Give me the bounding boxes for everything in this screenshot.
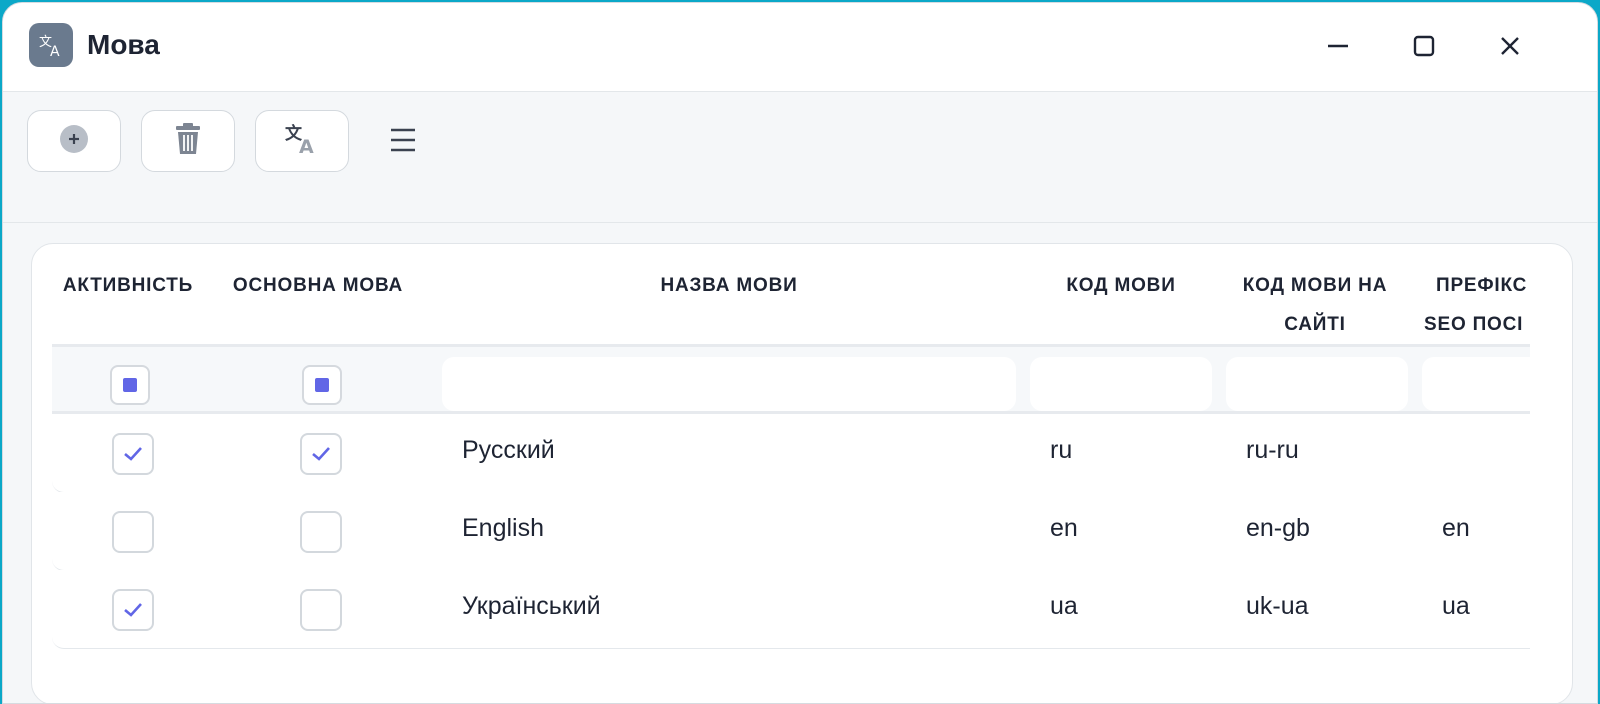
active-checkbox[interactable]	[112, 589, 154, 631]
language-name: Русский	[462, 436, 555, 464]
translate-button[interactable]: 文 A	[255, 110, 349, 172]
indeterminate-icon	[315, 378, 329, 392]
hamburger-menu-icon[interactable]	[387, 124, 419, 156]
svg-text:A: A	[50, 44, 60, 59]
language-code: ua	[1050, 592, 1078, 620]
filter-active-checkbox[interactable]	[110, 365, 150, 405]
column-header-seo-prefix[interactable]: ПРЕФІКС SEO ПОСІ	[1424, 266, 1530, 344]
svg-text:A: A	[299, 136, 314, 155]
toolbar: 文 A	[3, 92, 1597, 223]
seo-prefix: ua	[1442, 592, 1470, 620]
table-row[interactable]: English en en-gb en	[52, 492, 1530, 571]
main-language-checkbox[interactable]	[300, 589, 342, 631]
plus-circle-icon	[59, 124, 89, 159]
site-language-code: uk-ua	[1246, 592, 1309, 620]
title-bar: 文 A Мова	[3, 3, 1597, 92]
language-code: en	[1050, 514, 1078, 542]
column-header-active[interactable]: АКТИВНІСТЬ	[52, 266, 204, 305]
languages-table: АКТИВНІСТЬ ОСНОВНА МОВА НАЗВА МОВИ КОД М…	[52, 244, 1530, 703]
table-row[interactable]: Русский ru ru-ru	[52, 414, 1530, 493]
main-language-checkbox[interactable]	[300, 511, 342, 553]
filter-prefix-input[interactable]	[1422, 357, 1530, 411]
checkmark-icon	[124, 447, 142, 461]
column-header-main-language[interactable]: ОСНОВНА МОВА	[220, 266, 416, 305]
filter-name-input[interactable]	[442, 357, 1016, 411]
column-header-prefix-line1: ПРЕФІКС	[1436, 275, 1528, 296]
trash-icon	[174, 122, 202, 160]
language-window: 文 A Мова 文 A АКТИВНІСТЬ ОСНОВНА МОВА НАЗ…	[2, 2, 1598, 704]
filter-main-checkbox[interactable]	[302, 365, 342, 405]
filter-row	[52, 347, 1530, 414]
table-row[interactable]: Український ua uk-ua ua	[52, 570, 1530, 649]
column-header-site-code-line1: КОД МОВИ НА	[1242, 275, 1388, 296]
main-language-checkbox[interactable]	[300, 433, 342, 475]
column-header-prefix-line2: SEO ПОСІ	[1424, 314, 1524, 335]
translate-icon: 文 A	[285, 123, 319, 160]
seo-prefix: en	[1442, 514, 1470, 542]
column-header-site-code-line2: САЙТІ	[1284, 314, 1346, 335]
translate-icon: 文 A	[29, 23, 73, 67]
site-language-code: ru-ru	[1246, 436, 1299, 464]
column-header-site-language-code[interactable]: КОД МОВИ НА САЙТІ	[1224, 266, 1406, 344]
indeterminate-icon	[123, 378, 137, 392]
column-header-language-name[interactable]: НАЗВА МОВИ	[442, 266, 1016, 305]
close-icon[interactable]	[1495, 31, 1525, 61]
window-title: Мова	[87, 29, 160, 60]
active-checkbox[interactable]	[112, 511, 154, 553]
column-header-language-code[interactable]: КОД МОВИ	[1030, 266, 1212, 305]
checkmark-icon	[312, 447, 330, 461]
active-checkbox[interactable]	[112, 433, 154, 475]
language-name: Український	[462, 592, 601, 620]
checkmark-icon	[124, 603, 142, 617]
language-code: ru	[1050, 436, 1073, 464]
filter-code-input[interactable]	[1030, 357, 1212, 411]
minimize-icon[interactable]	[1323, 31, 1353, 61]
add-button[interactable]	[27, 110, 121, 172]
site-language-code: en-gb	[1246, 514, 1310, 542]
table-header: АКТИВНІСТЬ ОСНОВНА МОВА НАЗВА МОВИ КОД М…	[52, 244, 1530, 347]
language-name: English	[462, 514, 544, 542]
maximize-icon[interactable]	[1409, 31, 1439, 61]
languages-table-card: АКТИВНІСТЬ ОСНОВНА МОВА НАЗВА МОВИ КОД М…	[31, 243, 1573, 703]
filter-site-code-input[interactable]	[1226, 357, 1408, 411]
delete-button[interactable]	[141, 110, 235, 172]
